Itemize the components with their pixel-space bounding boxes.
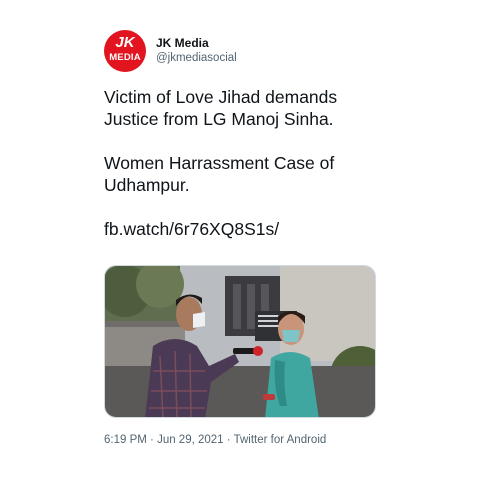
photo-ground <box>105 366 375 417</box>
author-names: JK Media @jkmediasocial <box>156 36 237 66</box>
tweet-text: Victim of Love Jihad demands Justice fro… <box>104 86 394 240</box>
author-display-name[interactable]: JK Media <box>156 36 237 51</box>
tweet-text-line: Women Harrassment Case of <box>104 153 335 173</box>
photo-gate-bar <box>247 284 255 329</box>
photo-woman-mask <box>282 330 300 342</box>
avatar[interactable]: JK MEDIA <box>104 30 146 72</box>
tweet-header: JK MEDIA JK Media @jkmediasocial <box>104 30 237 72</box>
tweet-date[interactable]: Jun 29, 2021 <box>157 434 224 446</box>
tweet-media-photo[interactable] <box>104 265 376 418</box>
tweet-link[interactable]: fb.watch/6r76XQ8S1s/ <box>104 218 394 240</box>
tweet-meta: 6:19 PM · Jun 29, 2021 · Twitter for And… <box>104 433 326 447</box>
photo-gate-bar <box>233 284 241 329</box>
tweet-time[interactable]: 6:19 PM <box>104 434 147 446</box>
meta-separator: · <box>146 434 158 446</box>
photo-mic-flag <box>253 346 263 356</box>
interview-photo <box>105 266 375 417</box>
tweet-text-line: Justice from LG Manoj Sinha. <box>104 109 334 129</box>
photo-man-mask <box>193 312 205 328</box>
meta-separator: · <box>223 434 234 446</box>
avatar-logo-mark: JK <box>115 34 135 51</box>
author-handle[interactable]: @jkmediasocial <box>156 51 237 66</box>
tweet-text-line: Victim of Love Jihad demands <box>104 87 338 107</box>
photo-woman-bangles <box>263 394 275 400</box>
avatar-logo-text: MEDIA <box>109 52 141 63</box>
photo-microphone <box>233 348 255 354</box>
tweet-source: Twitter for Android <box>233 434 327 446</box>
photo-wall-top <box>105 321 185 327</box>
tweet-text-line: Udhampur. <box>104 175 190 195</box>
